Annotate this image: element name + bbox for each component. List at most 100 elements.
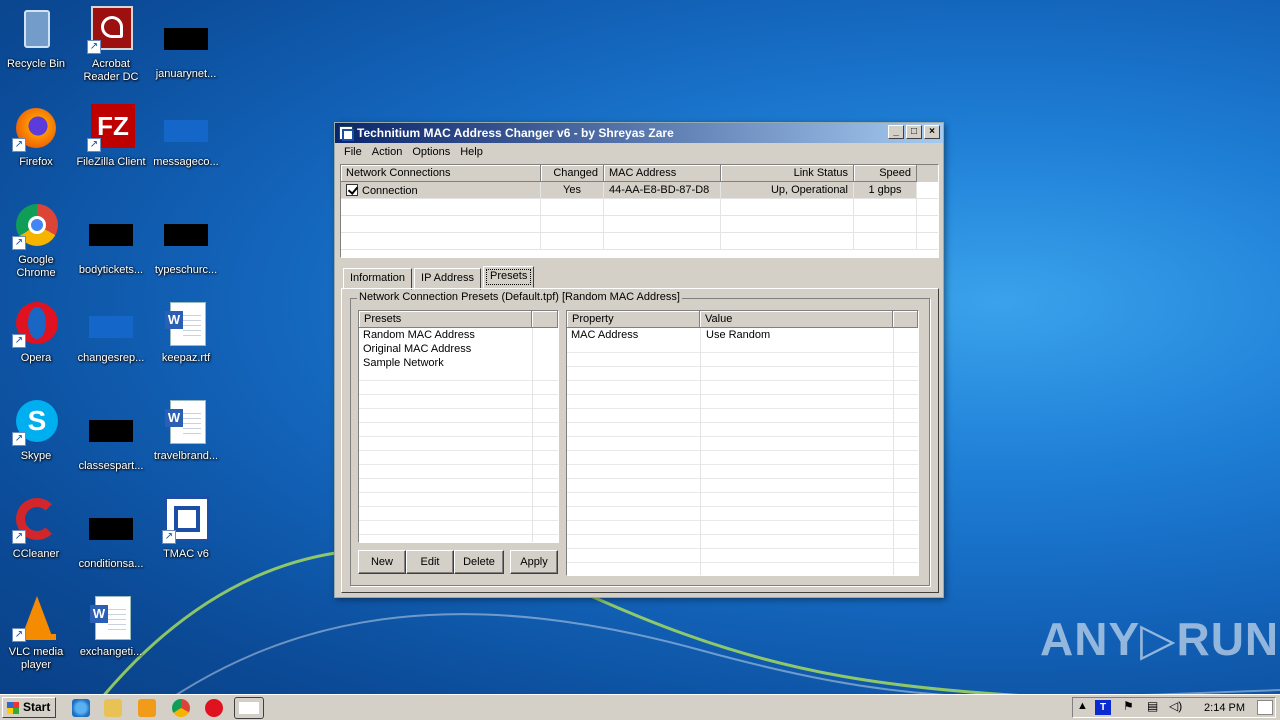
delete-button[interactable]: Delete [454,550,504,574]
desktop-icon-messageco[interactable]: messageco... [148,104,224,169]
menu-file[interactable]: File [339,143,367,163]
desktop-icon-exchangeti[interactable]: W exchangeti... [73,594,149,659]
maximize-button[interactable]: □ [906,125,922,139]
explorer-icon[interactable] [104,699,122,717]
vlc-cone-icon: ↗ [12,594,60,642]
checkbox-checked-icon[interactable] [346,184,358,196]
desktop-icon-conditionsa[interactable]: conditionsa... [73,506,149,571]
desktop-icon-label: exchangeti... [79,646,143,658]
app-icon [339,126,354,141]
shortcut-arrow-icon: ↗ [12,138,26,152]
skype-icon: S ↗ [12,398,60,446]
word-document-icon: W [162,398,210,446]
property-row[interactable]: MAC Address Use Random [567,328,918,342]
volume-icon[interactable]: ◁) [1169,699,1182,713]
desktop-icon-januarynet[interactable]: januarynet... [148,16,224,81]
filezilla-icon: FZ ↗ [87,104,135,152]
network-connections-list[interactable]: Network Connections Changed MAC Address … [340,164,939,258]
file-icon [162,212,210,260]
desktop-icon-bodytickets[interactable]: bodytickets... [73,212,149,277]
anyrun-watermark: ANY▷RUN [1040,613,1280,665]
new-button[interactable]: New [358,550,406,574]
edit-button[interactable]: Edit [406,550,454,574]
desktop-icon-skype[interactable]: S ↗ Skype [0,398,74,463]
connection-name-cell: Connection [341,182,541,198]
desktop-icon-tmac[interactable]: ↗ TMAC v6 [148,496,224,561]
properties-list[interactable]: Property Value MAC Address Use Random [566,310,919,576]
ie-icon[interactable] [72,699,90,717]
shortcut-arrow-icon: ↗ [162,530,176,544]
desktop-icon-opera[interactable]: ↗ Opera [0,300,74,365]
flag-icon[interactable]: ⚑ [1123,699,1134,713]
column-value[interactable]: Value [700,311,893,328]
desktop-icon-keepaz[interactable]: W keepaz.rtf [148,300,224,365]
start-button[interactable]: Start [2,697,56,718]
connection-row[interactable]: Connection Yes 44-AA-E8-BD-87-D8 Up, Ope… [341,182,938,199]
desktop-icon-travelbrand[interactable]: W travelbrand... [148,398,224,463]
mac-changer-window: Technitium MAC Address Changer v6 - by S… [334,122,944,598]
file-icon [87,408,135,456]
properties-header: Property Value [567,311,918,328]
desktop-icon-label: conditionsa... [78,558,144,570]
preset-item[interactable]: Sample Network [359,356,558,370]
desktop-icon-recycle-bin[interactable]: Recycle Bin [0,6,74,71]
tmac-taskbar-icon[interactable] [234,697,264,719]
tab-presets[interactable]: Presets [483,266,535,288]
show-desktop-button[interactable] [1257,700,1273,715]
empty-row [341,233,938,250]
menu-help[interactable]: Help [455,143,488,163]
desktop-icon-acrobat[interactable]: ↗ Acrobat Reader DC [73,6,149,84]
desktop-icon-vlc[interactable]: ↗ VLC media player [0,594,74,672]
desktop-icon-ccleaner[interactable]: ↗ CCleaner [0,496,74,561]
tab-information[interactable]: Information [343,268,413,290]
column-speed[interactable]: Speed [854,165,917,182]
desktop-icon-label: messageco... [153,156,219,168]
column-changed[interactable]: Changed [541,165,604,182]
column-mac-address[interactable]: MAC Address [604,165,721,182]
tab-ip-address[interactable]: IP Address [414,268,482,290]
menu-action[interactable]: Action [367,143,408,163]
desktop-icon-chrome[interactable]: ↗ Google Chrome [0,202,74,280]
ccleaner-icon: ↗ [12,496,60,544]
shortcut-arrow-icon: ↗ [87,40,101,54]
clock[interactable]: 2:14 PM [1204,702,1245,714]
chevron-up-icon[interactable]: ▲ [1077,700,1088,712]
presets-header: Presets [359,311,558,328]
shortcut-arrow-icon: ↗ [12,530,26,544]
media-player-icon[interactable] [138,699,156,717]
preset-item[interactable]: Random MAC Address [359,328,558,342]
desktop-icon-label: Recycle Bin [6,58,66,70]
window-titlebar[interactable]: Technitium MAC Address Changer v6 - by S… [335,123,943,143]
file-icon [87,506,135,554]
tab-strip: Information IP Address Presets [343,266,536,290]
connection-changed: Yes [541,182,604,198]
desktop-icon-typeschurc[interactable]: typeschurc... [148,212,224,277]
preset-item[interactable]: Original MAC Address [359,342,558,356]
tmac-icon: ↗ [162,496,210,544]
menu-options[interactable]: Options [407,143,455,163]
column-property[interactable]: Property [567,311,700,328]
desktop-icon-label: Firefox [19,156,53,168]
network-icon[interactable]: ▤ [1147,699,1158,713]
column-presets[interactable]: Presets [359,311,532,328]
close-button[interactable]: × [924,125,940,139]
firefox-icon: ↗ [12,104,60,152]
desktop-icon-changesrep[interactable]: changesrep... [73,300,149,365]
word-document-icon: W [87,594,135,642]
column-link-status[interactable]: Link Status [721,165,854,182]
desktop-icon-label: classespart... [78,460,144,472]
shortcut-arrow-icon: ↗ [12,628,26,642]
presets-group: Network Connection Presets (Default.tpf)… [350,291,930,586]
desktop-icon-label: TMAC v6 [163,548,209,560]
desktop-icon-classespart[interactable]: classespart... [73,408,149,473]
tray-app-icon[interactable]: T [1095,700,1111,715]
column-network-connections[interactable]: Network Connections [341,165,541,182]
apply-button[interactable]: Apply [510,550,558,574]
minimize-button[interactable]: _ [888,125,904,139]
opera-icon[interactable] [205,699,223,717]
desktop-icon-firefox[interactable]: ↗ Firefox [0,104,74,169]
taskbar: Start ▲ T ⚑ ▤ ◁) 2:14 PM [0,694,1280,720]
presets-list[interactable]: Presets Random MAC Address Original MAC … [358,310,559,543]
chrome-icon[interactable] [172,699,190,717]
desktop-icon-filezilla[interactable]: FZ ↗ FileZilla Client [73,104,149,169]
